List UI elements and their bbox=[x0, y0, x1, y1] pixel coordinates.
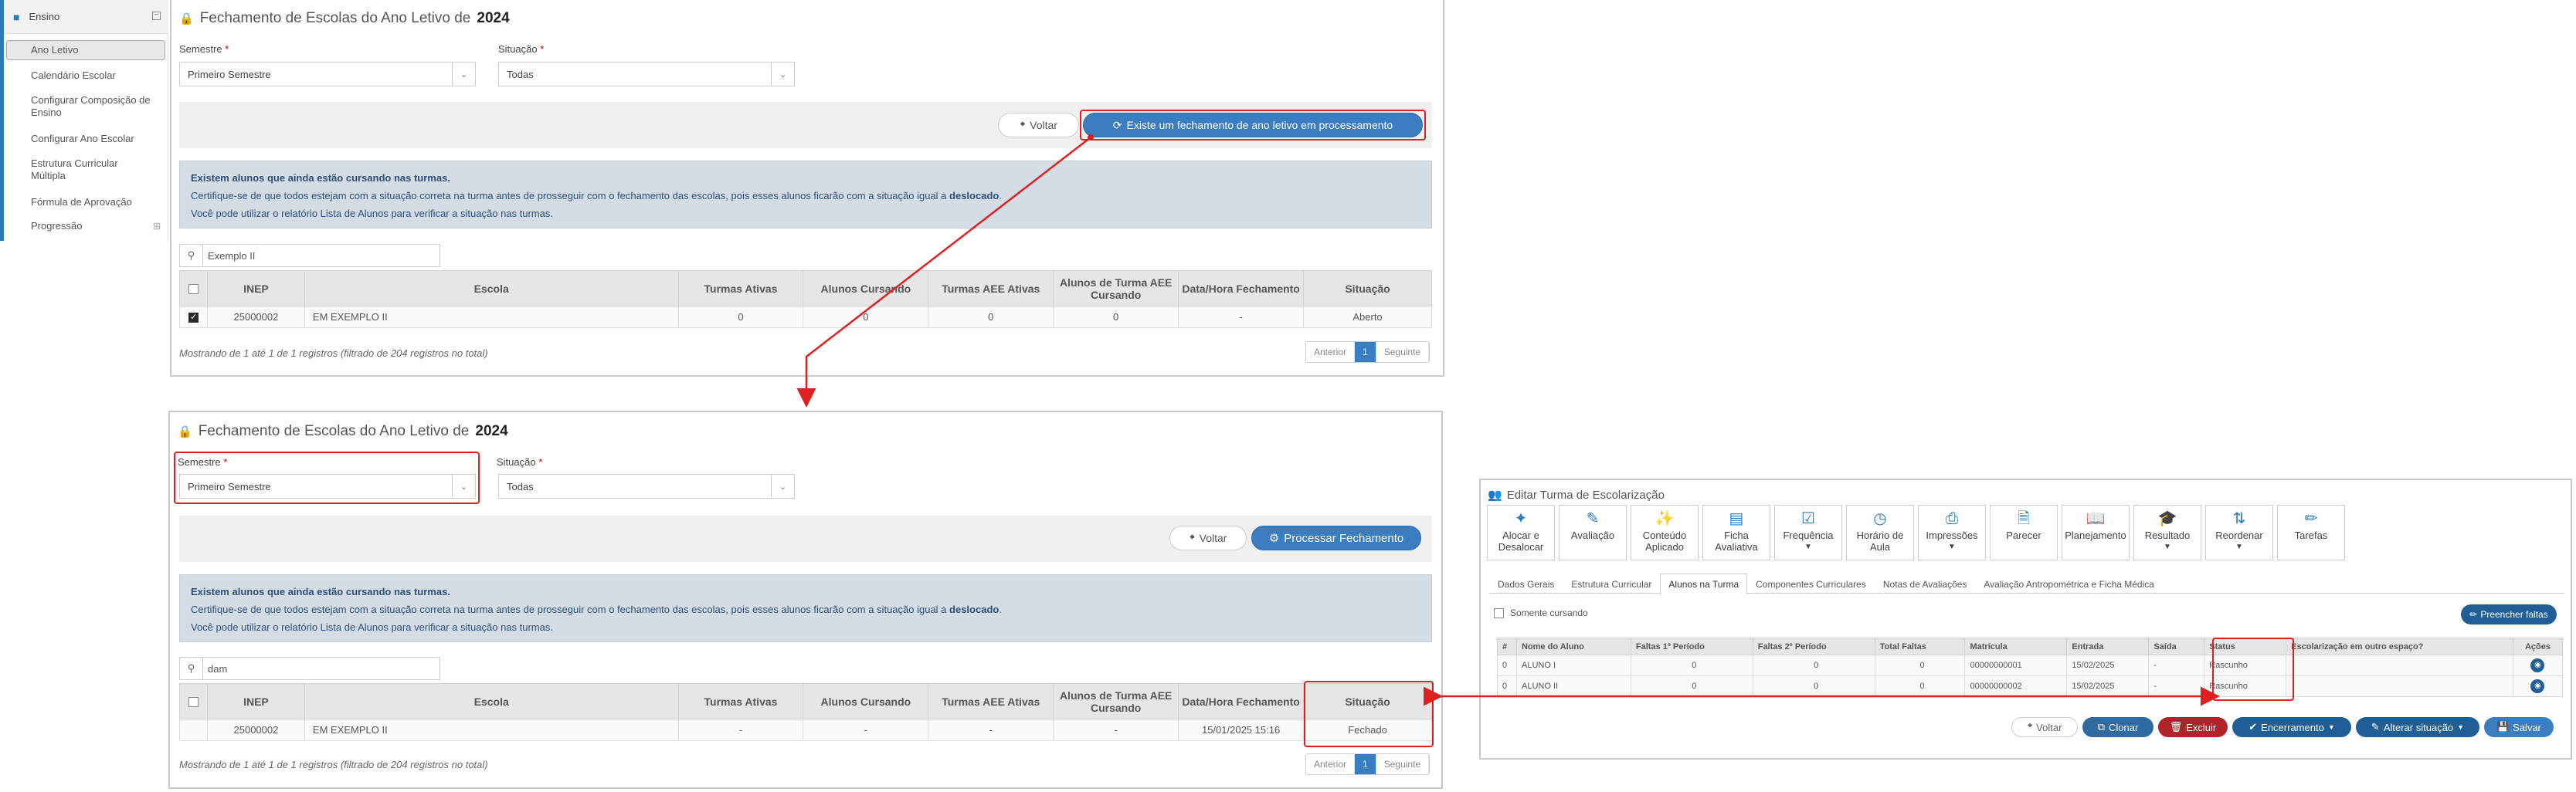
arrow-start-dot bbox=[1088, 134, 1094, 140]
annotation-arrows bbox=[796, 134, 2220, 706]
arrow-processing-to-bottom bbox=[796, 137, 1091, 408]
